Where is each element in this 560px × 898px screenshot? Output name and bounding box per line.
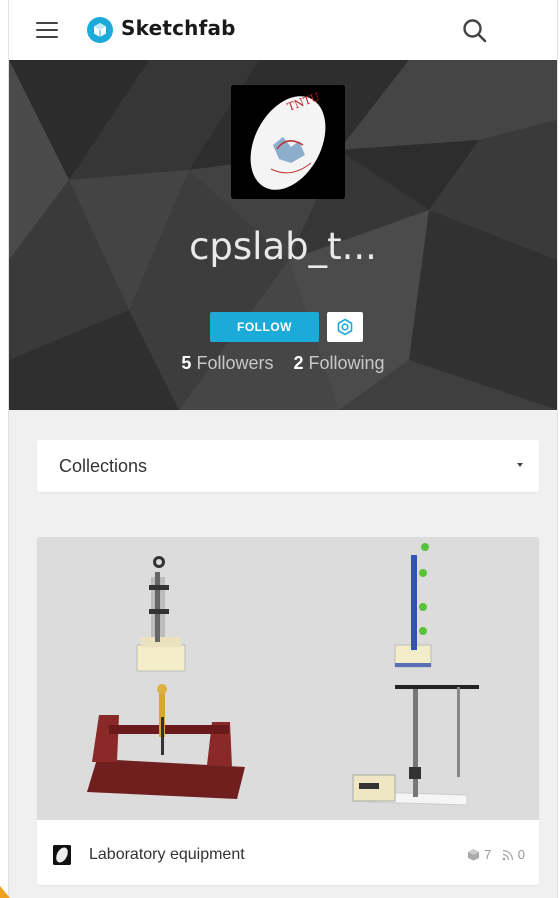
collection-title[interactable]: Laboratory equipment <box>89 846 245 864</box>
follow-button[interactable]: FOLLOW <box>210 312 319 342</box>
collection-followers-count: 0 <box>517 847 525 863</box>
brand-name[interactable]: Sketchfab <box>121 16 236 40</box>
rss-icon <box>502 849 514 860</box>
top-navigation-bar: Sketchfab <box>9 0 557 61</box>
following-link[interactable]: 2 Following <box>293 353 384 373</box>
collections-dropdown-label: Collections <box>59 456 148 476</box>
following-label: Following <box>308 353 385 373</box>
tntu-logo-image: TNTU <box>231 85 345 199</box>
collection-owner-avatar[interactable] <box>53 845 71 865</box>
menu-icon[interactable] <box>36 21 58 39</box>
app-frame: Sketchfab TNTU cpslab_t... FOLLOW 5 Foll… <box>8 0 558 898</box>
collection-stats: 7 0 <box>467 846 525 862</box>
profile-username: cpslab_t... <box>189 225 377 268</box>
search-icon[interactable] <box>461 17 489 45</box>
chevron-down-icon <box>517 463 523 467</box>
models-count: 7 <box>484 847 492 863</box>
collection-card-footer: Laboratory equipment 7 0 <box>37 820 539 885</box>
profile-avatar[interactable]: TNTU <box>231 85 345 199</box>
settings-icon <box>337 318 353 336</box>
collection-thumbnail[interactable] <box>37 537 539 820</box>
settings-button[interactable] <box>327 312 363 342</box>
corner-badge-icon <box>0 886 10 898</box>
followers-link[interactable]: 5 Followers <box>181 353 273 373</box>
owner-avatar-image <box>53 845 71 865</box>
profile-header: TNTU cpslab_t... FOLLOW 5 Followers 2 Fol… <box>9 60 557 410</box>
followers-label: Followers <box>196 353 274 373</box>
followers-count: 5 <box>181 353 192 373</box>
collections-dropdown[interactable]: Collections <box>37 440 539 492</box>
sketchfab-logo-icon[interactable] <box>87 17 113 43</box>
collection-preview-image <box>37 537 539 820</box>
following-count: 2 <box>293 353 304 373</box>
collection-card[interactable]: Laboratory equipment 7 0 <box>37 537 539 885</box>
model-icon <box>468 849 480 861</box>
follow-stats: 5 Followers 2 Following <box>9 353 557 374</box>
